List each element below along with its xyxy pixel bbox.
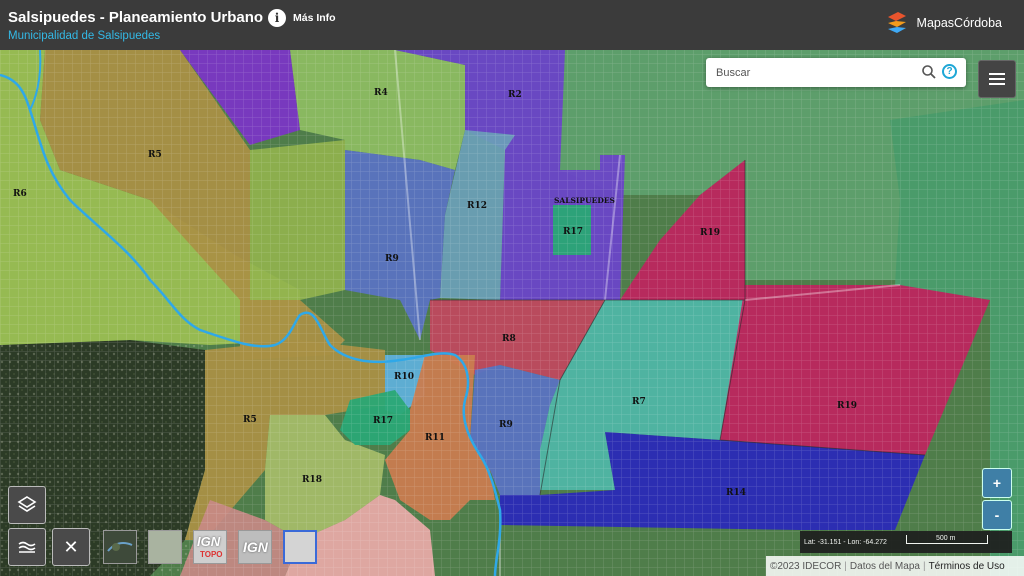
basemap-terrain-thumbnail[interactable] (148, 530, 182, 564)
help-icon[interactable]: ? (942, 64, 957, 79)
basemap-satellite-thumbnail[interactable] (103, 530, 137, 564)
app-subtitle: Municipalidad de Salsipuedes (8, 30, 161, 42)
legend-button[interactable] (8, 528, 46, 566)
label-r10: R10 (394, 372, 414, 382)
street-grid-overlay (0, 50, 1024, 576)
layers-icon (17, 496, 37, 512)
label-r14: R14 (726, 488, 746, 498)
copyright-text: ©2023 IDECOR (770, 560, 842, 572)
map-data-link[interactable]: Datos del Mapa (850, 561, 920, 572)
close-icon: ✕ (63, 536, 79, 557)
search-box: ? (706, 58, 966, 87)
label-r5-south: R5 (243, 415, 257, 425)
label-r12: R12 (467, 201, 487, 211)
coordinates-readout: Lat: -31.151 - Lon: -64.272 (804, 539, 887, 546)
label-r2: R2 (508, 90, 522, 100)
label-r11: R11 (425, 433, 445, 443)
basemap-ign-thumbnail[interactable]: IGN (238, 530, 272, 564)
mapascordoba-logo-icon (887, 12, 906, 33)
label-r8: R8 (502, 334, 516, 344)
label-r5-north: R5 (148, 150, 162, 160)
separator: | (844, 560, 847, 572)
label-r19-north: R19 (700, 228, 720, 238)
hamburger-menu-icon (989, 73, 1005, 75)
label-r4: R4 (374, 88, 388, 98)
info-icon: i (268, 9, 286, 27)
basemap-gray-thumbnail[interactable] (283, 530, 317, 564)
label-r18: R18 (302, 475, 322, 485)
label-r9-south: R9 (499, 420, 513, 430)
label-town: SALSIPUEDES (554, 196, 615, 205)
more-info-button[interactable]: i Más Info (268, 9, 336, 27)
label-r17-north: R17 (563, 227, 583, 237)
search-input[interactable] (714, 62, 918, 84)
ign-logo: IGN (243, 539, 268, 555)
close-basemaps-button[interactable]: ✕ (52, 528, 90, 566)
more-info-label: Más Info (293, 12, 336, 24)
separator: | (922, 560, 926, 572)
label-r6: R6 (13, 189, 27, 199)
basemap-ign-topo-thumbnail[interactable]: IGN TOPO (193, 530, 227, 564)
hamburger-menu-button[interactable] (978, 60, 1016, 98)
brand-name: MapasCórdoba (916, 16, 1002, 30)
coordinates-panel: Lat: -31.151 - Lon: -64.272 500 m (800, 531, 1012, 553)
ign-topo-logo: IGN (197, 534, 221, 549)
label-r17-south: R17 (373, 416, 393, 426)
terms-of-use-link[interactable]: Términos de Uso (929, 561, 1005, 572)
satellite-thumb-art (107, 542, 133, 552)
app-title: Salsipuedes - Planeamiento Urbano (8, 9, 264, 26)
app-header: Salsipuedes - Planeamiento Urbano Munici… (0, 0, 1024, 50)
brand-logo[interactable]: MapasCórdoba (885, 10, 1002, 36)
search-icon[interactable] (921, 64, 937, 80)
scale-label: 500 m (936, 535, 956, 542)
label-r19-south: R19 (837, 401, 857, 411)
zoom-out-button[interactable]: - (982, 500, 1012, 530)
ign-topo-sub: TOPO (200, 550, 223, 559)
label-r7: R7 (632, 397, 646, 407)
label-r9-north: R9 (385, 254, 399, 264)
legend-icon (18, 541, 36, 553)
map-attribution: ©2023 IDECOR | Datos del Mapa | Términos… (766, 556, 1024, 576)
zoom-in-button[interactable]: + (982, 468, 1012, 498)
layers-button[interactable] (8, 486, 46, 524)
